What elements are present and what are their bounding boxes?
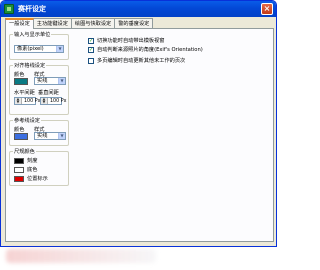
option-multipage-update[interactable]: 多页编辑时自动更新其他未工作的页次 — [88, 57, 185, 64]
ruler-tick-label: 刻度 — [27, 158, 38, 164]
align-grid-group: 对齐格线设定 颜色 样式 实线 ▼ 水平间距 垂直间距 ▲ ▼ 100 Px ▲ ▼… — [9, 62, 69, 115]
ref-color-label: 颜色 — [14, 127, 25, 133]
ruler-tick-swatch[interactable] — [14, 157, 24, 164]
chevron-down-icon: ▼ — [58, 78, 65, 84]
v-spacing-stepper[interactable]: ▲ ▼ 100 Px — [40, 97, 66, 105]
option-auto-template-checkbox[interactable]: ✓ — [88, 37, 94, 44]
h-spacing-stepper[interactable]: ▲ ▼ 100 Px — [14, 97, 40, 105]
ruler-marker-label: 位置标示 — [27, 176, 48, 182]
tab-strip: 一般设定 主功能键设定 绘图与快取设定 警的垂度设定 — [5, 18, 154, 29]
option-auto-template[interactable]: ✓ 切换功能时自动带出模板视窗 — [88, 37, 164, 44]
align-style-value: 实线 — [37, 78, 48, 84]
window-title: 赛杆设定 — [18, 5, 46, 13]
stepper-arrows-icon[interactable]: ▲ ▼ — [41, 97, 48, 104]
option-exif-orientation-label: 自动判断来源照片的角度(Exif's Orientation) — [97, 47, 203, 53]
align-style-select[interactable]: 实线 ▼ — [34, 77, 66, 85]
unit-group: 输入与显示单位 像素(pixel) ▼ — [9, 31, 69, 60]
ruler-bg-label: 底色 — [27, 167, 38, 173]
settings-window: 赛杆设定 × 一般设定 主功能键设定 绘图与快取设定 警的垂度设定 输入与显示单… — [0, 0, 277, 247]
align-color-swatch[interactable] — [14, 78, 28, 85]
ref-line-group: 参考线设定 颜色 样式 实线 ▼ — [9, 117, 69, 146]
unit-select-value: 像素(pixel) — [17, 46, 44, 52]
ruler-tick-row[interactable]: 刻度 — [14, 157, 37, 164]
title-bar[interactable]: 赛杆设定 × — [1, 1, 276, 17]
tab-hotkeys[interactable]: 主功能键设定 — [32, 18, 72, 28]
ruler-bg-swatch[interactable] — [14, 166, 24, 173]
option-exif-orientation-checkbox[interactable]: ✓ — [88, 46, 94, 53]
option-exif-orientation[interactable]: ✓ 自动判断来源照片的角度(Exif's Orientation) — [88, 46, 203, 53]
v-spacing-label: 垂直间距 — [38, 90, 59, 96]
option-multipage-update-checkbox[interactable] — [88, 57, 94, 64]
ruler-marker-row[interactable]: 位置标示 — [14, 175, 48, 182]
tab-sag[interactable]: 警的垂度设定 — [114, 18, 154, 28]
app-icon — [4, 4, 14, 14]
tab-panel-general: 输入与显示单位 像素(pixel) ▼ 对齐格线设定 颜色 样式 实线 ▼ 水平… — [5, 28, 274, 242]
ruler-marker-swatch[interactable] — [14, 175, 24, 182]
unit-group-label: 输入与显示单位 — [13, 31, 52, 38]
option-multipage-update-label: 多页编辑时自动更新其他未工作的页次 — [97, 58, 186, 64]
ref-style-select[interactable]: 实线 ▼ — [34, 132, 66, 140]
ref-color-swatch[interactable] — [14, 133, 28, 140]
ref-style-value: 实线 — [37, 133, 48, 139]
unit-select[interactable]: 像素(pixel) ▼ — [14, 45, 64, 53]
ref-line-group-label: 参考线设定 — [13, 117, 41, 124]
option-auto-template-label: 切换功能时自动带出模板视窗 — [97, 38, 165, 44]
ruler-bg-row[interactable]: 底色 — [14, 166, 37, 173]
stepper-arrows-icon[interactable]: ▲ ▼ — [15, 97, 22, 104]
tab-general[interactable]: 一般设定 — [5, 18, 34, 29]
h-spacing-label: 水平间距 — [14, 90, 35, 96]
h-spacing-value: 100 — [24, 99, 34, 104]
ruler-color-group: 尺规颜色 刻度 底色 位置标示 — [9, 148, 69, 186]
chevron-down-icon: ▼ — [56, 46, 63, 52]
align-color-label: 颜色 — [14, 72, 25, 78]
background-blur — [6, 249, 156, 263]
close-button[interactable]: × — [261, 3, 273, 15]
tab-drawing-cache[interactable]: 绘图与快取设定 — [70, 18, 116, 28]
align-grid-group-label: 对齐格线设定 — [13, 62, 47, 69]
chevron-down-icon: ▼ — [58, 133, 65, 139]
v-spacing-unit: Px — [60, 99, 67, 104]
v-spacing-value: 100 — [50, 99, 60, 104]
ruler-color-group-label: 尺规颜色 — [13, 148, 36, 155]
